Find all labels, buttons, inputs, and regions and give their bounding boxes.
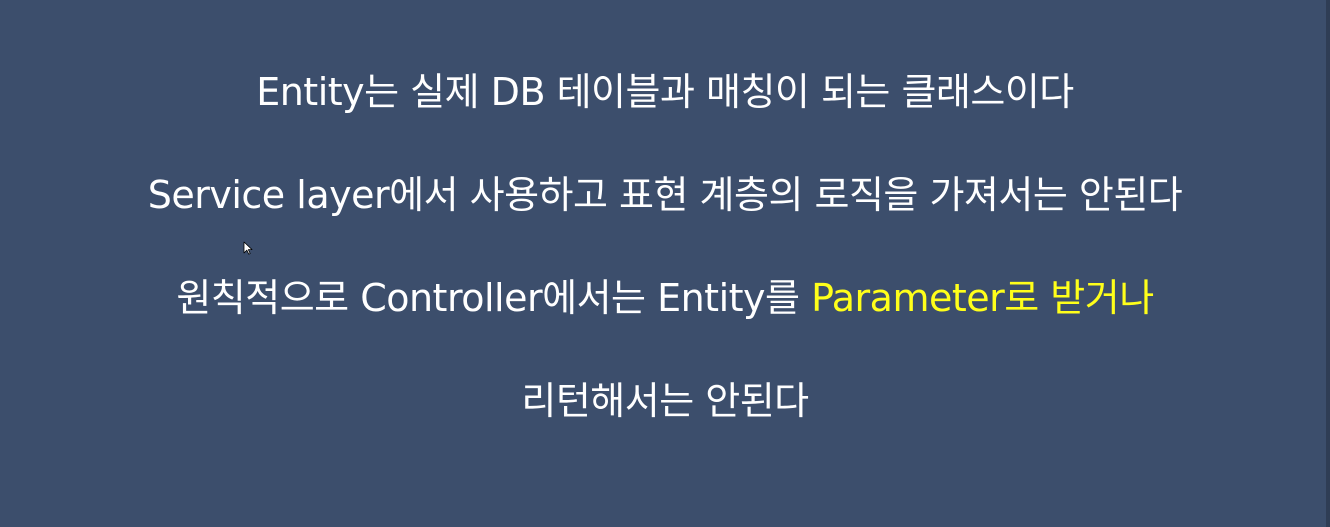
slide-line-3-highlight: Parameter로 받거나 — [811, 276, 1154, 320]
window-edge — [1326, 0, 1330, 527]
mouse-pointer-icon — [243, 241, 253, 255]
slide-line-4: 리턴해서는 안된다 — [521, 379, 809, 423]
slide-line-3: 원칙적으로 Controller에서는 Entity를 Parameter로 받… — [0, 273, 1330, 323]
slide-line-2: Service layer에서 사용하고 표현 계층의 로직을 가져서는 안된다 — [147, 173, 1183, 217]
slide-line-3-text: 원칙적으로 Controller에서는 Entity를 — [176, 276, 812, 320]
slide-line-1: Entity는 실제 DB 테이블과 매칭이 되는 클래스이다 — [256, 70, 1074, 114]
slide: Entity는 실제 DB 테이블과 매칭이 되는 클래스이다 Service … — [0, 0, 1330, 527]
